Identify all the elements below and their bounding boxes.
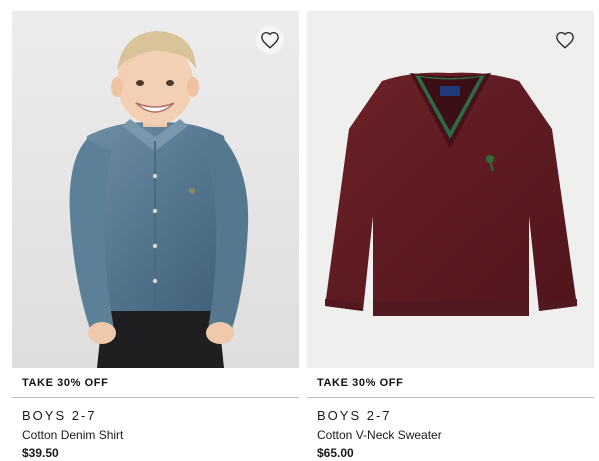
divider: [12, 397, 299, 398]
product-card[interactable]: TAKE 30% OFF BOYS 2-7 Cotton Denim Shirt…: [12, 11, 299, 461]
boy-denim-shirt-photo: [12, 11, 299, 368]
favorite-button[interactable]: [256, 26, 284, 54]
product-image[interactable]: [12, 11, 299, 368]
promo-label: TAKE 30% OFF: [22, 377, 109, 389]
heart-outline-icon: [260, 31, 280, 49]
favorite-button[interactable]: [551, 26, 579, 54]
heart-outline-icon: [555, 31, 575, 49]
product-price: $65.00: [317, 446, 354, 460]
divider: [307, 397, 594, 398]
product-name-link[interactable]: Cotton Denim Shirt: [22, 428, 123, 442]
product-card[interactable]: TAKE 30% OFF BOYS 2-7 Cotton V-Neck Swea…: [307, 11, 594, 461]
promo-label: TAKE 30% OFF: [317, 377, 404, 389]
category-label: BOYS 2-7: [317, 408, 392, 423]
product-image[interactable]: [307, 11, 594, 368]
product-name-link[interactable]: Cotton V-Neck Sweater: [317, 428, 442, 442]
category-label: BOYS 2-7: [22, 408, 97, 423]
product-price: $39.50: [22, 446, 59, 460]
burgundy-vneck-sweater-photo: [307, 11, 594, 368]
